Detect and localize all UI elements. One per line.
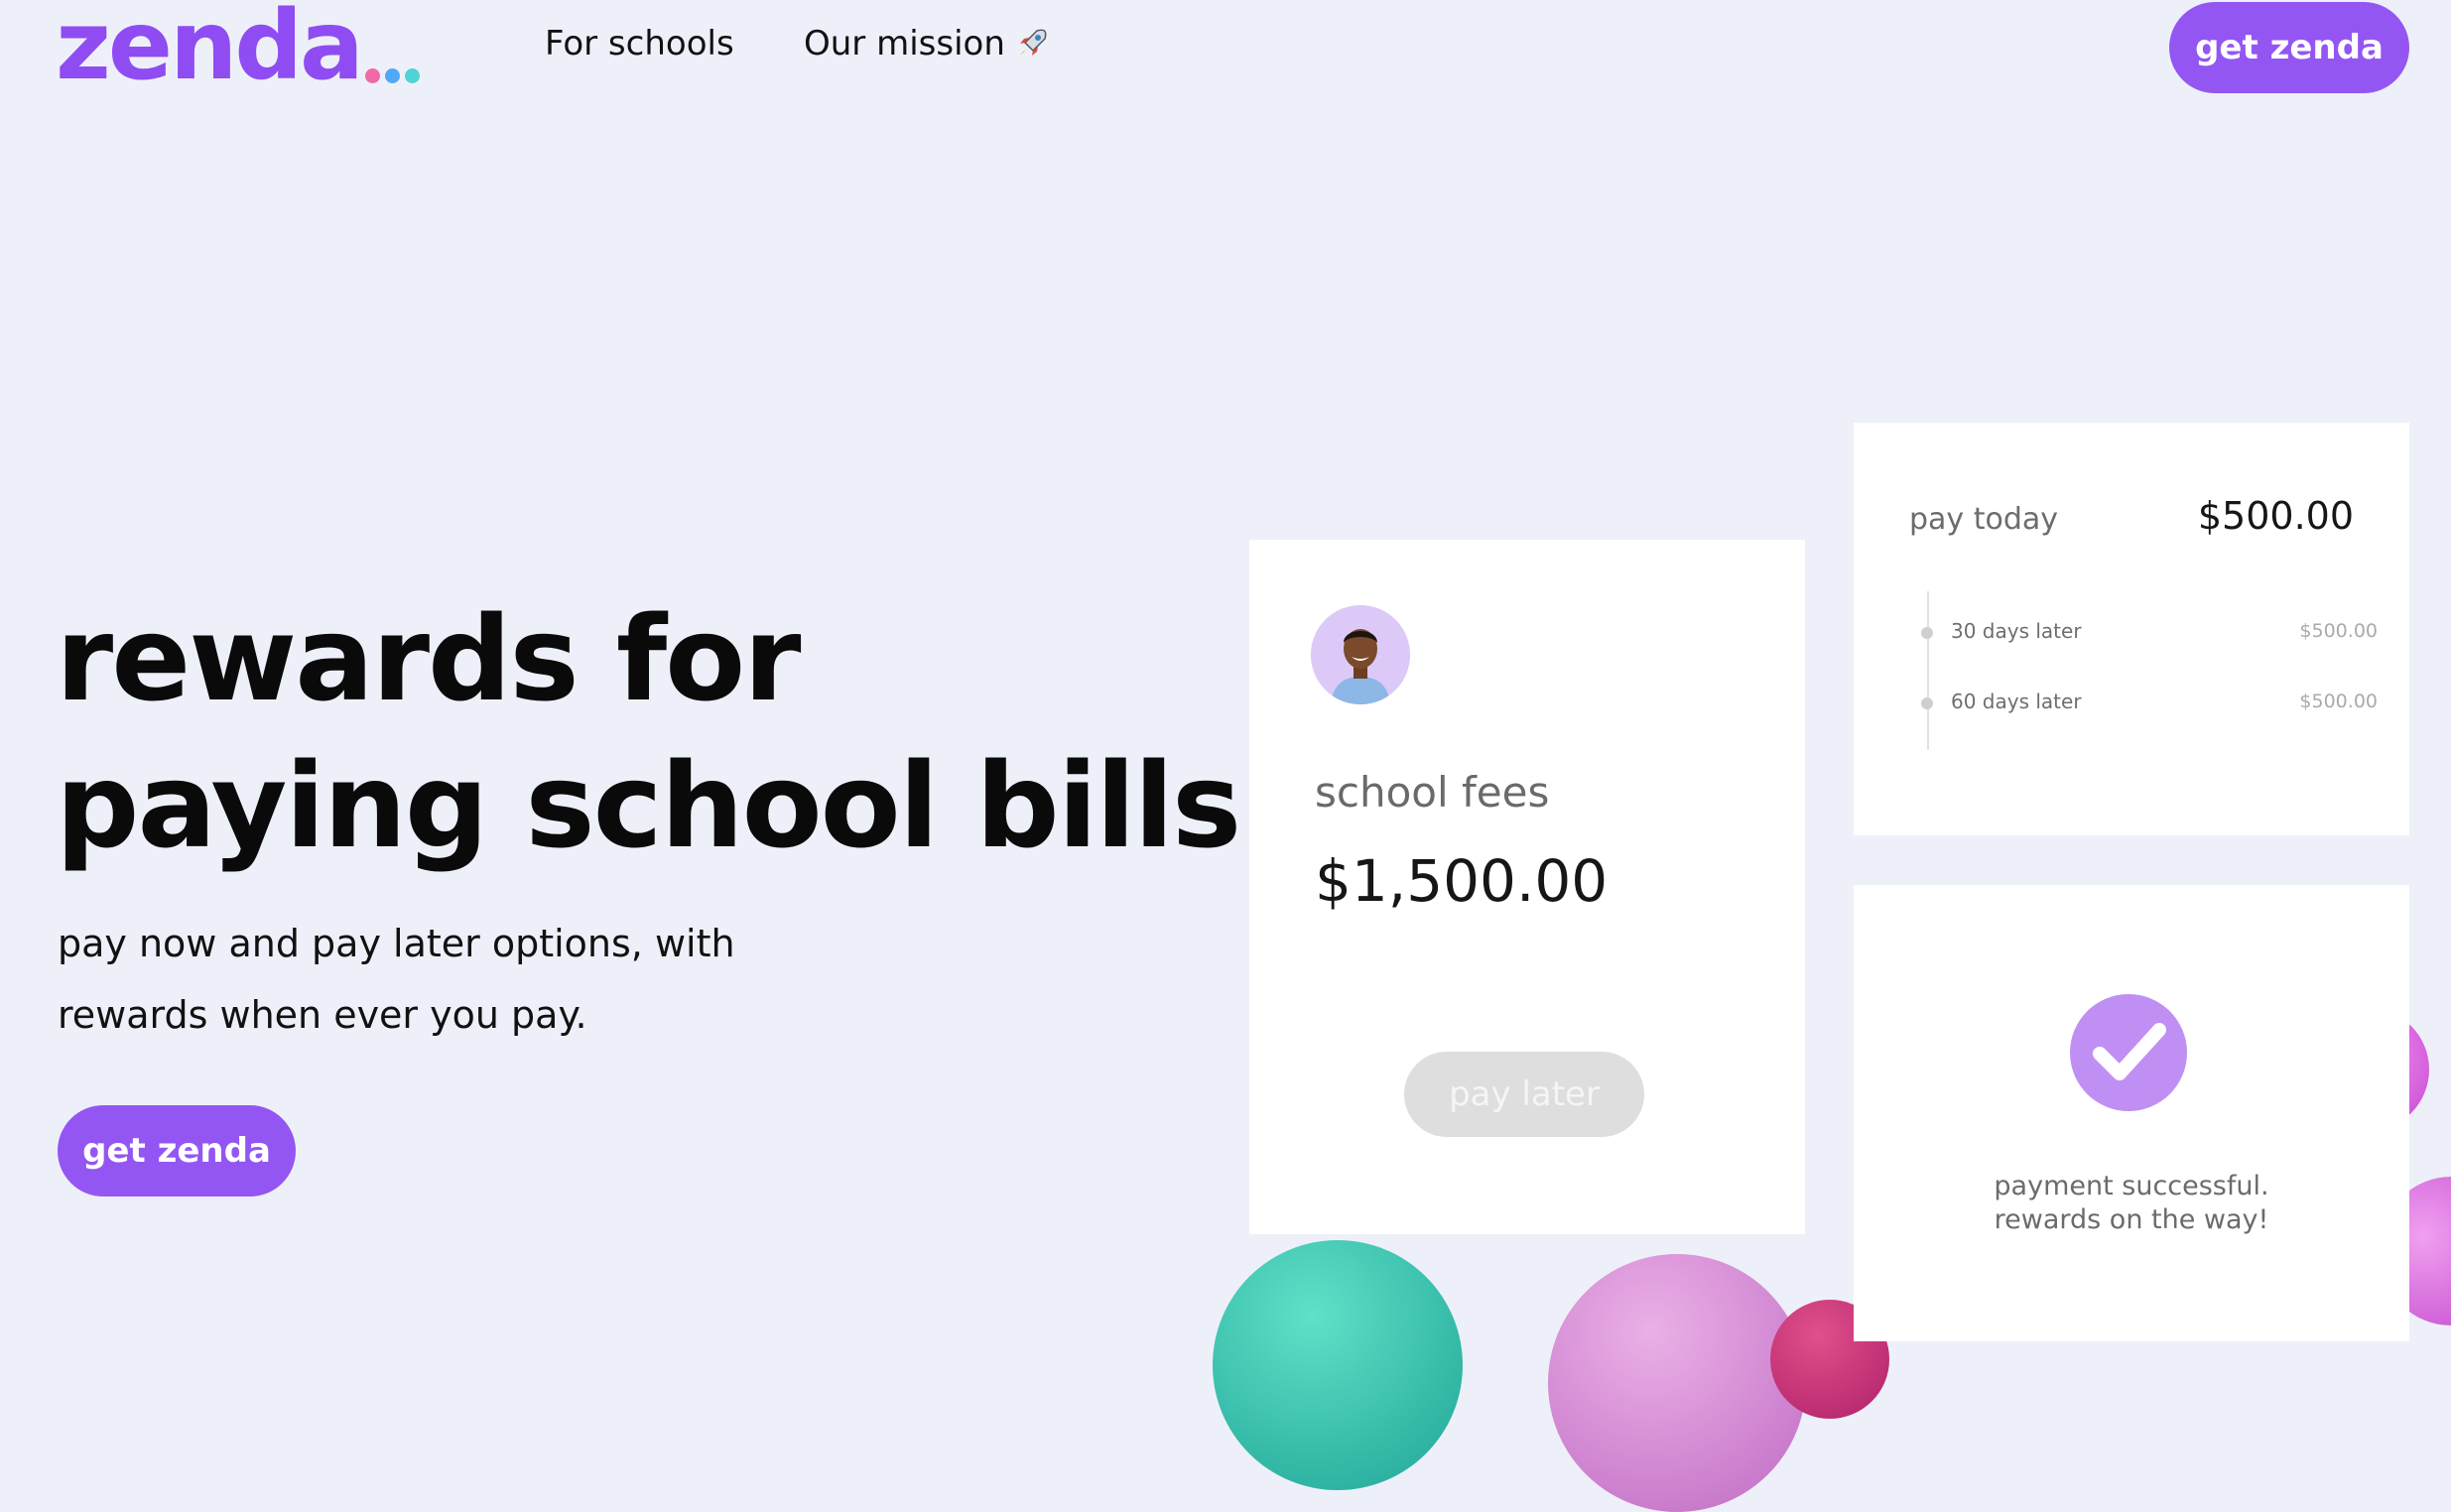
person-avatar (1311, 605, 1410, 704)
checkmark-glyph (2093, 1023, 2166, 1080)
get-zenda-hero-button[interactable]: get zenda (58, 1105, 296, 1197)
person-avatar-image (1311, 605, 1410, 704)
school-fees-label: school fees (1315, 768, 1550, 817)
installment-1-amount: $500.00 (2299, 620, 2378, 642)
timeline-dot (1921, 627, 1933, 639)
logo-dot-pink (364, 68, 380, 83)
pay-later-button[interactable]: pay later (1404, 1052, 1644, 1137)
hero-title-line1: rewards for (56, 590, 801, 727)
school-fees-amount: $1,500.00 (1315, 847, 1609, 915)
checkmark-icon (2070, 994, 2187, 1111)
nav-our-mission[interactable]: Our mission (804, 24, 1049, 63)
hero-subtitle-line1: pay now and pay later options, with (58, 922, 735, 965)
hero-subtitle-line2: rewards when ever you pay. (58, 993, 587, 1037)
logo-text: zenda (56, 0, 364, 101)
success-line1: payment successful. (1994, 1171, 2269, 1201)
installment-2-label: 60 days later (1951, 690, 2082, 713)
logo-dots (364, 68, 420, 83)
teal-sphere (1213, 1240, 1463, 1490)
rocket-icon (1019, 29, 1047, 56)
logo-dot-cyan (404, 68, 420, 83)
timeline-dot (1921, 697, 1933, 709)
payment-schedule-card: pay today $500.00 30 days later $500.00 … (1854, 423, 2409, 835)
success-line2: rewards on the way! (1994, 1204, 2269, 1235)
payment-success-card: payment successful. rewards on the way! (1854, 885, 2409, 1341)
installment-2-amount: $500.00 (2299, 691, 2378, 712)
pay-today-amount: $500.00 (2197, 494, 2354, 538)
get-zenda-header-button[interactable]: get zenda (2169, 2, 2409, 93)
hero-title: rewards for paying school bills. (56, 585, 1284, 879)
hero-subtitle: pay now and pay later options, with rewa… (58, 908, 735, 1051)
nav-our-mission-label: Our mission (804, 24, 1005, 63)
pink-sphere (1548, 1254, 1806, 1512)
nav-for-schools[interactable]: For schools (545, 24, 734, 63)
logo-dot-blue (384, 68, 400, 83)
zenda-logo[interactable]: zenda (56, 0, 420, 93)
hero-title-line2: paying school bills. (56, 737, 1284, 874)
pay-today-label: pay today (1909, 502, 2059, 537)
school-fees-card: school fees $1,500.00 pay later (1249, 540, 1805, 1234)
installment-1-label: 30 days later (1951, 619, 2082, 643)
schedule-timeline (1927, 591, 1929, 750)
